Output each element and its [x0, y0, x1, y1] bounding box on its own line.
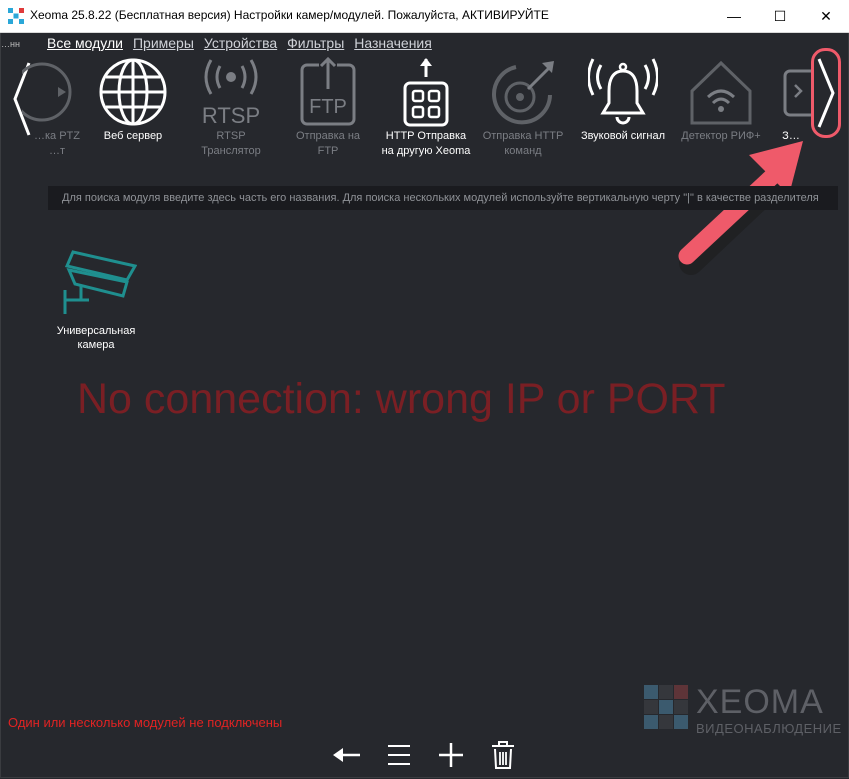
ptz-icon — [22, 62, 72, 122]
close-button[interactable]: ✕ — [803, 0, 849, 32]
back-button[interactable] — [331, 739, 363, 771]
module-search-input[interactable]: Для поиска модуля введите здесь часть ег… — [48, 186, 838, 210]
module-label: Звуковой сигнал — [580, 130, 666, 142]
smart-home-wifi-icon — [690, 60, 752, 125]
nav-filters[interactable]: Фильтры — [287, 35, 344, 51]
module-label: Отправка на — [295, 130, 361, 142]
nav-examples[interactable]: Примеры — [133, 35, 194, 51]
module-label: на другую Xeoma — [381, 145, 471, 157]
trash-icon — [492, 741, 514, 769]
module-settings-panel: …нн Все модули Примеры Устройства Фильтры На… — [0, 33, 849, 778]
globe-icon — [99, 58, 167, 126]
camera-icon — [63, 250, 138, 314]
window-title: Xeoma 25.8.22 (Бесплатная версия) Настро… — [30, 8, 549, 22]
logo-subtitle: ВИДЕОНАБЛЮДЕНИЕ — [696, 721, 842, 736]
module-label: Веб сервер — [103, 130, 163, 142]
module-http-commands[interactable]: Отправка HTTP команд — [475, 57, 571, 167]
scroll-right-button[interactable] — [811, 48, 841, 138]
module-label: Транслятор — [201, 145, 261, 157]
logo-brand: XEOMA — [696, 683, 824, 721]
back-arrow-icon — [333, 748, 360, 762]
module-label: HTTP Отправка — [385, 130, 467, 142]
nav-destinations[interactable]: Назначения — [354, 35, 432, 51]
partial-module-icon — [783, 69, 811, 117]
http-send-icon — [403, 58, 449, 127]
status-message: Один или несколько модулей не подключены — [8, 715, 283, 730]
module-label: Отправка HTTP — [482, 130, 564, 142]
chevron-right-icon — [817, 58, 835, 128]
rtsp-icon-text: RTSP — [202, 103, 260, 127]
xeoma-logo: XEOMA ВИДЕОНАБЛЮДЕНИЕ — [644, 683, 844, 739]
broadcast-icon: RTSP — [202, 59, 260, 127]
universal-camera-module[interactable]: Универсальная камера — [51, 248, 141, 351]
minimize-button[interactable]: — — [711, 0, 757, 32]
http-command-icon — [492, 61, 554, 125]
module-sound-alarm[interactable]: Звуковой сигнал — [575, 57, 671, 167]
menu-button[interactable] — [383, 739, 415, 771]
bell-icon — [588, 58, 658, 125]
module-ftp[interactable]: FTP Отправка на FTP — [280, 57, 376, 167]
module-rtsp[interactable]: RTSP RTSP Транслятор — [183, 57, 279, 167]
module-web-server[interactable]: Веб сервер — [85, 57, 181, 167]
module-label: RTSP — [216, 130, 246, 142]
plus-icon — [439, 743, 463, 767]
module-label: FTP — [317, 145, 339, 157]
menu-icon — [388, 745, 410, 765]
nav-devices[interactable]: Устройства — [204, 35, 277, 51]
maximize-button[interactable]: ☐ — [757, 0, 803, 32]
module-http-xeoma[interactable]: HTTP Отправка на другую Xeoma — [378, 57, 474, 167]
xeoma-logo-icon — [644, 685, 688, 729]
add-button[interactable] — [435, 739, 467, 771]
camera-label: камера — [77, 339, 115, 351]
clipped-label: …нн — [1, 39, 20, 49]
annotation-arrow-icon — [678, 141, 803, 275]
ftp-icon-text: FTP — [309, 96, 347, 118]
camera-label: Универсальная — [56, 325, 136, 337]
ftp-upload-icon: FTP — [300, 57, 356, 126]
delete-button[interactable] — [487, 739, 519, 771]
xeoma-app-icon — [8, 8, 24, 24]
category-nav: …нн Все модули Примеры Устройства Фильтры На… — [1, 35, 442, 51]
connection-error-text: No connection: wrong IP or PORT — [77, 375, 726, 423]
title-bar: Xeoma 25.8.22 (Бесплатная версия) Настро… — [0, 0, 849, 33]
nav-all-modules[interactable]: Все модули — [47, 35, 123, 51]
module-label: команд — [504, 145, 542, 157]
